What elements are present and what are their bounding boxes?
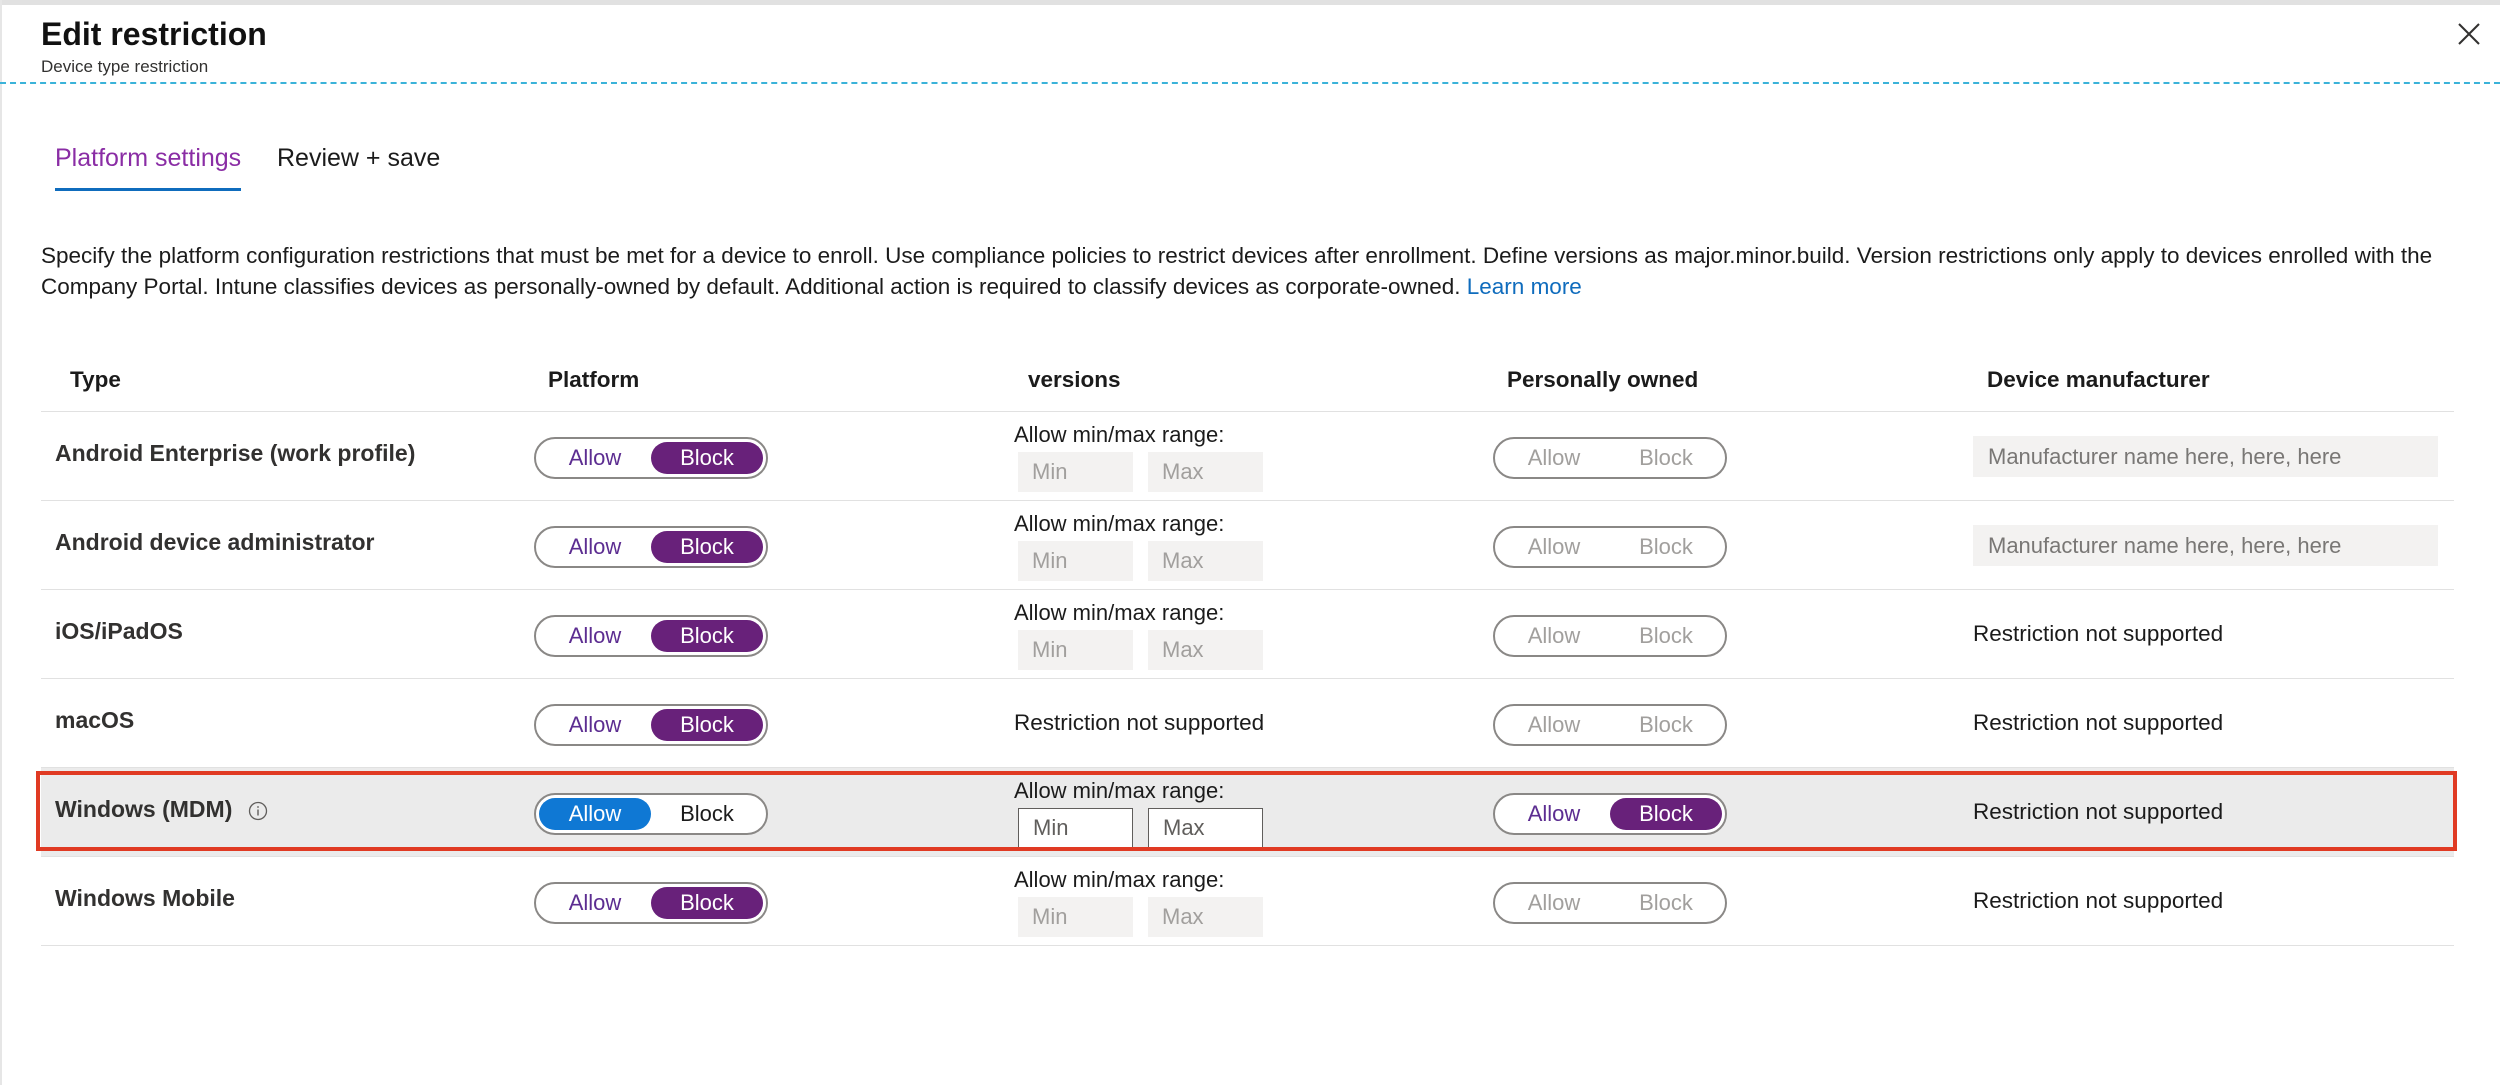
platform-block-option[interactable]: Block [651,798,763,830]
row-type: Windows Mobile [55,885,235,912]
manufacturer-not-supported: Restriction not supported [1973,888,2224,913]
personally-owned-allow-option[interactable]: Allow [1498,798,1610,830]
table-header: Type Platform versions Personally owned … [41,355,2454,412]
platform-allow-option[interactable]: Allow [539,442,651,474]
row-type-label: Windows (MDM) [55,796,233,822]
personally-owned-block-option: Block [1639,623,1693,648]
table-row: Android device administrator Allow Block… [41,501,2454,590]
manufacturer-input[interactable]: Manufacturer name here, here, here [1973,525,2438,566]
personally-owned-toggle[interactable]: Allow Block [1493,793,1727,835]
version-min-input[interactable]: Min [1018,808,1133,848]
personally-owned-toggle: Allow Block [1493,882,1727,924]
personally-owned-allow-option: Allow [1527,890,1581,915]
platform-toggle[interactable]: Allow Block [534,526,768,568]
column-header-platform: Platform [548,367,640,392]
table-row: Windows Mobile Allow Block Allow min/max… [41,857,2454,946]
personally-owned-allow-option: Allow [1527,534,1581,559]
platform-allow-option[interactable]: Allow [539,887,651,919]
description-text: Specify the platform configuration restr… [41,243,2433,299]
platform-block-option[interactable]: Block [651,887,763,919]
page-subtitle: Device type restriction [41,57,209,76]
table-row: macOS Allow Block Restriction not suppor… [41,679,2454,768]
personally-owned-block-option: Block [1639,445,1693,470]
platform-allow-option[interactable]: Allow [539,531,651,563]
manufacturer-not-supported: Restriction not supported [1973,799,2224,824]
blade-header: Edit restriction Device type restriction [0,5,2500,83]
platform-block-option[interactable]: Block [651,531,763,563]
page-title: Edit restriction [41,16,267,52]
manufacturer-not-supported: Restriction not supported [1973,710,2224,735]
version-max-input[interactable]: Max [1148,897,1263,937]
table-row-highlighted: Windows (MDM) Allow Block Allow min/max … [41,768,2454,857]
manufacturer-not-supported: Restriction not supported [1973,621,2224,646]
row-type: iOS/iPadOS [55,618,183,645]
versions-range-label: Allow min/max range: [1014,600,1225,625]
version-max-input[interactable]: Max [1148,452,1263,492]
personally-owned-block-option: Block [1639,890,1693,915]
column-header-personally-owned: Personally owned [1507,367,1699,392]
platform-allow-option[interactable]: Allow [539,798,651,830]
learn-more-link[interactable]: Learn more [1467,274,1582,299]
personally-owned-allow-option: Allow [1527,623,1581,648]
row-type-label: Android device administrator [55,529,375,555]
row-type-label: iOS/iPadOS [55,618,183,644]
manufacturer-input[interactable]: Manufacturer name here, here, here [1973,436,2438,477]
platform-toggle[interactable]: Allow Block [534,793,768,835]
left-border [0,0,2,1085]
version-max-input[interactable]: Max [1148,541,1263,581]
personally-owned-toggle: Allow Block [1493,437,1727,479]
row-type: Windows (MDM) [55,796,268,823]
row-type-label: Android Enterprise (work profile) [55,440,416,466]
version-min-input[interactable]: Min [1018,541,1133,581]
versions-range-label: Allow min/max range: [1014,511,1225,536]
column-header-versions: versions [1028,367,1121,392]
platform-block-option[interactable]: Block [651,442,763,474]
table-row: Android Enterprise (work profile) Allow … [41,412,2454,501]
description: Specify the platform configuration restr… [41,240,2461,302]
row-type: Android device administrator [55,529,375,556]
row-type-label: Windows Mobile [55,885,235,911]
row-type: macOS [55,707,134,734]
version-max-input[interactable]: Max [1148,808,1263,848]
platform-toggle[interactable]: Allow Block [534,615,768,657]
versions-range-label: Allow min/max range: [1014,778,1225,803]
row-type: Android Enterprise (work profile) [55,440,415,467]
tab-review-save[interactable]: Review + save [277,144,440,173]
platform-block-option[interactable]: Block [651,709,763,741]
row-type-label: macOS [55,707,135,733]
column-header-type: Type [70,367,121,392]
version-min-input[interactable]: Min [1018,452,1133,492]
platform-toggle[interactable]: Allow Block [534,882,768,924]
versions-not-supported: Restriction not supported [1014,710,1265,735]
platform-toggle[interactable]: Allow Block [534,704,768,746]
personally-owned-toggle: Allow Block [1493,704,1727,746]
table-row: iOS/iPadOS Allow Block Allow min/max ran… [41,590,2454,679]
version-max-input[interactable]: Max [1148,630,1263,670]
personally-owned-toggle: Allow Block [1493,526,1727,568]
header-divider [0,82,2500,84]
personally-owned-block-option[interactable]: Block [1610,798,1722,830]
platform-table: Type Platform versions Personally owned … [41,355,2454,946]
close-button[interactable] [2454,19,2484,49]
info-icon[interactable] [248,800,268,820]
platform-allow-option[interactable]: Allow [539,709,651,741]
personally-owned-allow-option: Allow [1527,445,1581,470]
column-header-device-manufacturer: Device manufacturer [1987,367,2210,392]
tab-platform-settings[interactable]: Platform settings [55,144,242,191]
version-min-input[interactable]: Min [1018,897,1133,937]
versions-range-label: Allow min/max range: [1014,867,1225,892]
platform-block-option[interactable]: Block [651,620,763,652]
personally-owned-block-option: Block [1639,534,1693,559]
platform-allow-option[interactable]: Allow [539,620,651,652]
platform-toggle[interactable]: Allow Block [534,437,768,479]
personally-owned-allow-option: Allow [1527,712,1581,737]
versions-range-label: Allow min/max range: [1014,422,1225,447]
version-min-input[interactable]: Min [1018,630,1133,670]
personally-owned-toggle: Allow Block [1493,615,1727,657]
close-icon [2458,23,2480,45]
personally-owned-block-option: Block [1639,712,1693,737]
